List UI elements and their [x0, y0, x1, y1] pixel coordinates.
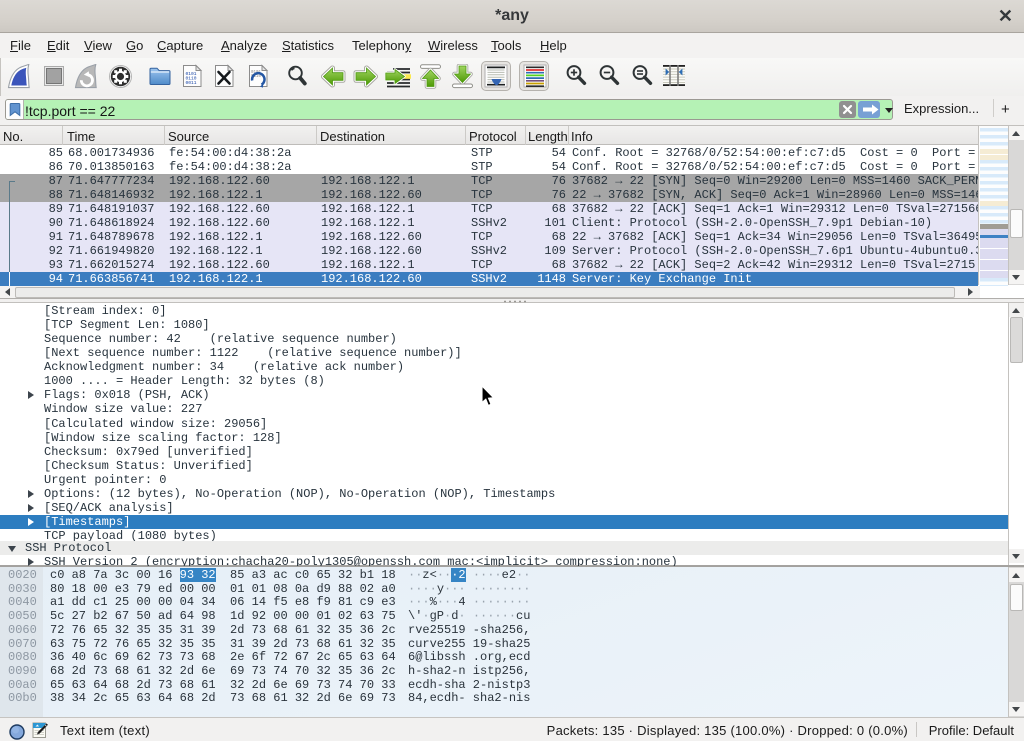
svg-text:0011: 0011: [186, 80, 197, 86]
